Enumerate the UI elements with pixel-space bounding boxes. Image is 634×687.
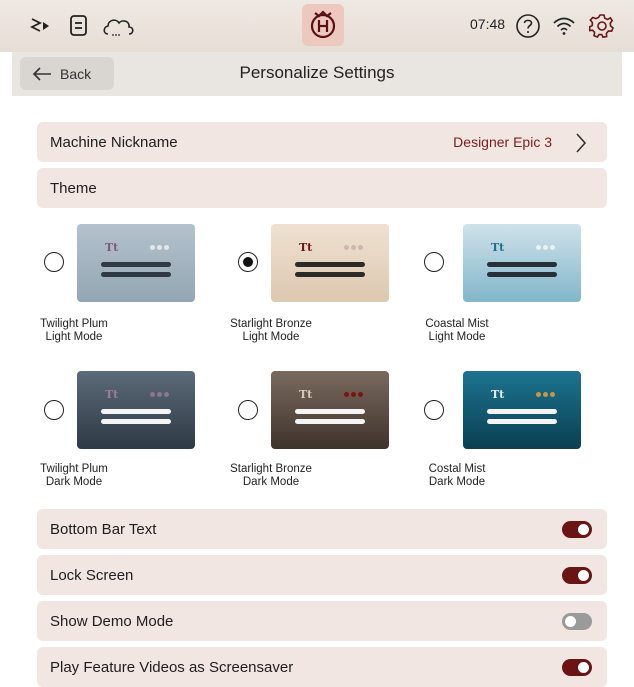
machine-nickname-row[interactable]: Machine Nickname Designer Epic 3	[37, 122, 607, 162]
wifi-icon[interactable]	[551, 13, 577, 39]
text-style-icon: Tt	[105, 388, 119, 401]
theme-label: Costal Mist Dark Mode	[428, 463, 486, 488]
lock-screen-toggle[interactable]	[562, 567, 592, 584]
page-header: Back Personalize Settings	[12, 52, 622, 96]
clock-time: 07:48	[470, 16, 506, 32]
theme-preview-starlight-bronze-dark[interactable]: Tt	[271, 371, 389, 449]
husqvarna-logo-icon[interactable]	[302, 4, 344, 46]
theme-preview-twilight-plum-light[interactable]: Tt	[77, 224, 195, 302]
theme-preview-costal-mist-dark[interactable]: Tt	[463, 371, 581, 449]
theme-radio-twilight-plum-light[interactable]	[44, 252, 64, 272]
theme-preview-twilight-plum-dark[interactable]: Tt	[77, 371, 195, 449]
theme-radio-coastal-mist-light[interactable]	[424, 252, 444, 272]
status-bar: 07:48	[0, 0, 634, 52]
text-style-icon: Tt	[491, 241, 505, 254]
theme-label: Twilight Plum Light Mode	[40, 318, 108, 343]
bottom-bar-text-label: Bottom Bar Text	[50, 520, 157, 538]
chevron-right-icon	[576, 133, 587, 153]
machine-nickname-label: Machine Nickname	[50, 133, 178, 151]
text-style-icon: Tt	[299, 388, 313, 401]
show-demo-mode-row: Show Demo Mode	[37, 601, 607, 641]
machine-nickname-value: Designer Epic 3	[453, 134, 552, 150]
play-feature-videos-toggle[interactable]	[562, 659, 592, 676]
theme-label: Starlight Bronze Light Mode	[230, 318, 312, 343]
theme-section-header: Theme	[37, 168, 607, 208]
text-style-icon: Tt	[105, 241, 119, 254]
bottom-bar-text-toggle[interactable]	[562, 521, 592, 538]
theme-preview-coastal-mist-light[interactable]: Tt	[463, 224, 581, 302]
theme-radio-costal-mist-dark[interactable]	[424, 400, 444, 420]
theme-label: Twilight Plum Dark Mode	[40, 463, 108, 488]
text-style-icon: Tt	[491, 388, 505, 401]
theme-label: Coastal Mist Light Mode	[425, 318, 489, 343]
stitch-icon[interactable]	[28, 13, 54, 39]
theme-radio-twilight-plum-dark[interactable]	[44, 400, 64, 420]
page-title: Personalize Settings	[239, 63, 395, 82]
show-demo-mode-toggle[interactable]	[562, 613, 592, 630]
lock-screen-label: Lock Screen	[50, 566, 134, 584]
play-feature-videos-label: Play Feature Videos as Screensaver	[50, 658, 294, 676]
theme-header-label: Theme	[50, 179, 97, 197]
show-demo-mode-label: Show Demo Mode	[50, 612, 174, 630]
theme-radio-starlight-bronze-dark[interactable]	[238, 400, 258, 420]
theme-preview-starlight-bronze-light[interactable]: Tt	[271, 224, 389, 302]
lock-screen-row: Lock Screen	[37, 555, 607, 595]
text-style-icon: Tt	[299, 241, 313, 254]
document-icon[interactable]	[66, 13, 92, 39]
settings-gear-icon[interactable]	[589, 13, 615, 39]
theme-radio-starlight-bronze-light[interactable]	[238, 252, 258, 272]
bottom-bar-text-row: Bottom Bar Text	[37, 509, 607, 549]
cloud-icon[interactable]	[101, 13, 137, 39]
theme-label: Starlight Bronze Dark Mode	[230, 463, 312, 488]
help-icon[interactable]	[515, 13, 541, 39]
play-feature-videos-row: Play Feature Videos as Screensaver	[37, 647, 607, 687]
